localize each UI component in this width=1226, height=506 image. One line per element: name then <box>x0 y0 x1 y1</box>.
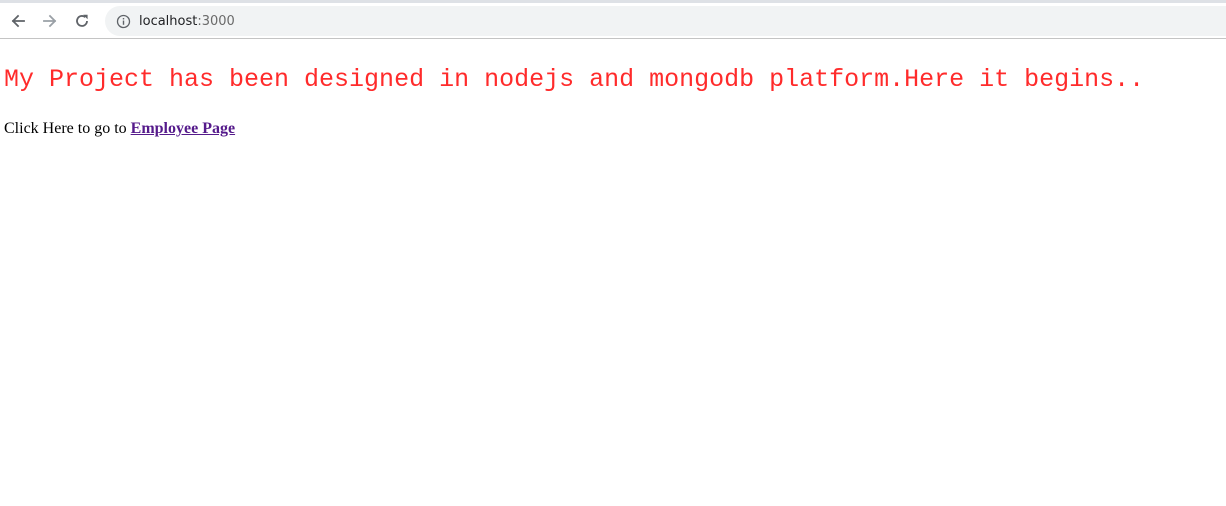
link-prefix-text: Click Here to go to <box>4 120 131 137</box>
forward-button[interactable] <box>37 6 63 36</box>
page-content: My Project has been designed in nodejs a… <box>0 40 1226 506</box>
reload-button[interactable] <box>69 6 95 36</box>
address-bar[interactable]: localhost:3000 <box>105 6 1226 36</box>
browser-toolbar: localhost:3000 <box>0 3 1226 39</box>
forward-arrow-icon <box>43 14 57 28</box>
site-info-icon[interactable] <box>115 13 131 29</box>
url-host: localhost <box>139 13 198 29</box>
reload-icon <box>76 14 88 27</box>
page-headline: My Project has been designed in nodejs a… <box>4 65 1145 94</box>
navigation-line: Click Here to go to Employee Page <box>4 120 235 138</box>
employee-page-link[interactable]: Employee Page <box>131 120 235 137</box>
url-text[interactable]: localhost:3000 <box>139 14 235 29</box>
back-button[interactable] <box>5 6 31 36</box>
url-port: :3000 <box>197 13 235 29</box>
back-arrow-icon <box>11 14 25 28</box>
